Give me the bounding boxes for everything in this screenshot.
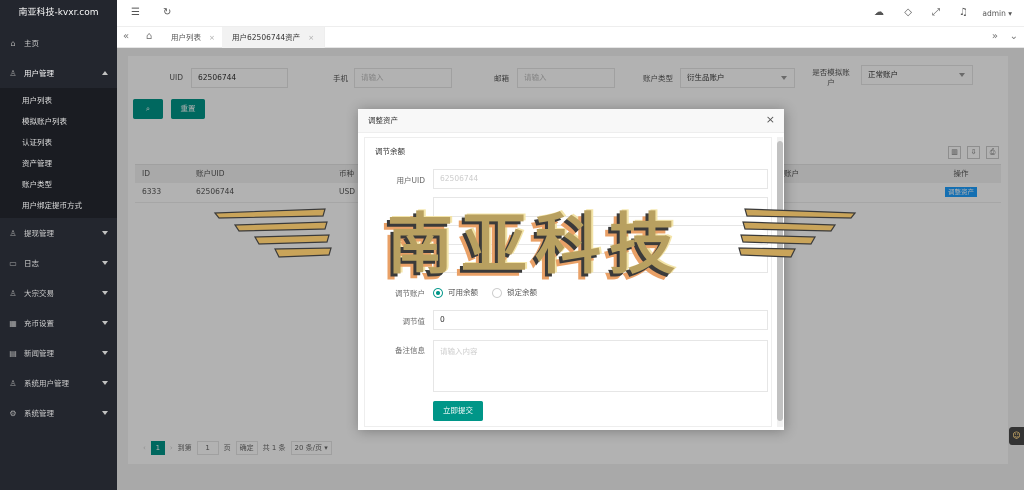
gear-icon: ⚙ (9, 408, 17, 418)
top-header: ☰ ↻ ☁ ◇ ⤢ ♫ admin ▾ (117, 0, 1024, 27)
adjust-account-label: 调节账户 (395, 289, 425, 298)
hidden-field-3[interactable] (433, 253, 768, 273)
bell-icon[interactable]: ♫ (959, 7, 968, 18)
sidebar-submenu: 用户列表 模拟账户列表 认证列表 资产管理 账户类型 用户绑定提币方式 (0, 88, 117, 218)
refresh-icon[interactable]: ↻ (163, 7, 171, 18)
sidebar-item-label: 新闻管理 (24, 348, 54, 358)
sidebar-item-news[interactable]: ▤ 新闻管理 (0, 338, 117, 368)
remark-textarea[interactable]: 请输入内容 (433, 340, 768, 392)
modal-title: 调整资产 (358, 109, 784, 133)
tag-icon[interactable]: ◇ (904, 7, 912, 18)
scroll-thumb[interactable] (777, 141, 783, 421)
remark-label: 备注信息 (395, 346, 425, 355)
sidebar-subitem-withdraw-method[interactable]: 用户绑定提币方式 (0, 195, 117, 216)
sidebar-subitem-assets[interactable]: 资产管理 (0, 153, 117, 174)
user-menu[interactable]: admin ▾ (982, 9, 1012, 18)
user-icon: ♙ (9, 228, 17, 238)
app-logo: 南亚科技-kvxr.com (18, 8, 99, 18)
sidebar-item-label: 提现管理 (24, 228, 54, 238)
sidebar: 南亚科技-kvxr.com ⌂ 主页 ♙ 用户管理 用户列表 模拟账户列表 认证… (0, 0, 117, 490)
sidebar-item-label: 用户管理 (24, 68, 54, 78)
sidebar-item-label: 系统管理 (24, 408, 54, 418)
close-icon[interactable]: × (766, 114, 775, 126)
sidebar-item-home[interactable]: ⌂ 主页 (0, 28, 117, 58)
sidebar-item-sys-user[interactable]: ♙ 系统用户管理 (0, 368, 117, 398)
sidebar-item-label: 日志 (24, 258, 39, 268)
sidebar-item-label: 系统用户管理 (24, 378, 69, 388)
fullscreen-icon[interactable]: ⤢ (932, 7, 940, 18)
sidebar-item-label: 充币设置 (24, 318, 54, 328)
radio-dot (492, 287, 502, 298)
tabs-prev-icon[interactable]: « (123, 31, 129, 42)
uid-label: 用户UID (396, 176, 425, 185)
tab-bar: « ⌂ 用户列表 × 用户62506744资产 × » ⌄ (117, 27, 1024, 48)
radio-available[interactable]: 可用余额 (433, 287, 478, 298)
sidebar-subitem-acct-type[interactable]: 账户类型 (0, 174, 117, 195)
modal-uid-input[interactable]: 62506744 (433, 169, 768, 189)
tabs-menu-icon[interactable]: ⌄ (1010, 31, 1018, 42)
theme-icon[interactable]: ☁ (874, 7, 884, 18)
sidebar-item-label: 主页 (24, 38, 39, 48)
hidden-field-1[interactable] (433, 197, 768, 217)
chevron-down-icon (102, 291, 108, 295)
user-icon: ♙ (9, 378, 17, 388)
tab-label: 用户62506744资产 (232, 33, 301, 42)
user-icon: ♙ (9, 288, 17, 298)
sidebar-subitem-auth-list[interactable]: 认证列表 (0, 132, 117, 153)
close-icon[interactable]: × (209, 34, 215, 42)
chevron-down-icon (102, 321, 108, 325)
hidden-field-2[interactable] (433, 225, 768, 245)
customer-service-icon[interactable]: ☺ (1009, 427, 1024, 445)
tab-user-assets[interactable]: 用户62506744资产 × (222, 27, 326, 48)
sidebar-item-user-mgmt[interactable]: ♙ 用户管理 (0, 58, 117, 88)
radio-frozen[interactable]: 锁定余额 (492, 287, 537, 298)
sidebar-item-withdraw[interactable]: ♙ 提现管理 (0, 218, 117, 248)
sidebar-subitem-user-list[interactable]: 用户列表 (0, 90, 117, 111)
sidebar-item-log[interactable]: ▭ 日志 (0, 248, 117, 278)
tab-label: 用户列表 (171, 33, 201, 42)
chevron-down-icon (102, 261, 108, 265)
home-tab-icon[interactable]: ⌂ (146, 31, 152, 42)
menu-toggle-icon[interactable]: ☰ (131, 7, 140, 18)
sidebar-subitem-sim-list[interactable]: 模拟账户列表 (0, 111, 117, 132)
close-icon[interactable]: × (308, 34, 314, 42)
news-icon: ▤ (9, 348, 17, 358)
chevron-down-icon (102, 231, 108, 235)
grid-icon: ▦ (9, 318, 17, 328)
sidebar-item-bulk-trade[interactable]: ♙ 大宗交易 (0, 278, 117, 308)
tab-user-list[interactable]: 用户列表 × (161, 27, 226, 48)
radio-label: 可用余额 (448, 288, 478, 297)
radio-dot (433, 287, 443, 298)
file-icon: ▭ (9, 258, 17, 268)
section-title: 调节余额 (375, 147, 405, 156)
radio-label: 锁定余额 (507, 288, 537, 297)
sidebar-item-deposit[interactable]: ▦ 充币设置 (0, 308, 117, 338)
chevron-up-icon (102, 71, 108, 75)
sidebar-item-system[interactable]: ⚙ 系统管理 (0, 398, 117, 428)
adjust-value-input[interactable]: 0 (433, 310, 768, 330)
sidebar-item-label: 大宗交易 (24, 288, 54, 298)
submit-button[interactable]: 立即提交 (433, 401, 483, 421)
home-icon: ⌂ (10, 38, 16, 48)
chevron-down-icon (102, 351, 108, 355)
chevron-down-icon (102, 411, 108, 415)
user-name: admin (982, 9, 1006, 18)
chevron-down-icon (102, 381, 108, 385)
tabs-next-icon[interactable]: » (992, 31, 998, 42)
modal-scrollbar[interactable] (777, 137, 783, 427)
user-icon: ♙ (9, 68, 17, 78)
adjust-value-label: 调节值 (402, 317, 426, 326)
adjust-assets-modal: 调整资产 × 调节余额 用户UID 62506744 调节账户 可用余额 锁定余… (358, 109, 784, 430)
modal-form: 调节余额 用户UID 62506744 调节账户 可用余额 锁定余额 调节值 0… (364, 137, 772, 427)
